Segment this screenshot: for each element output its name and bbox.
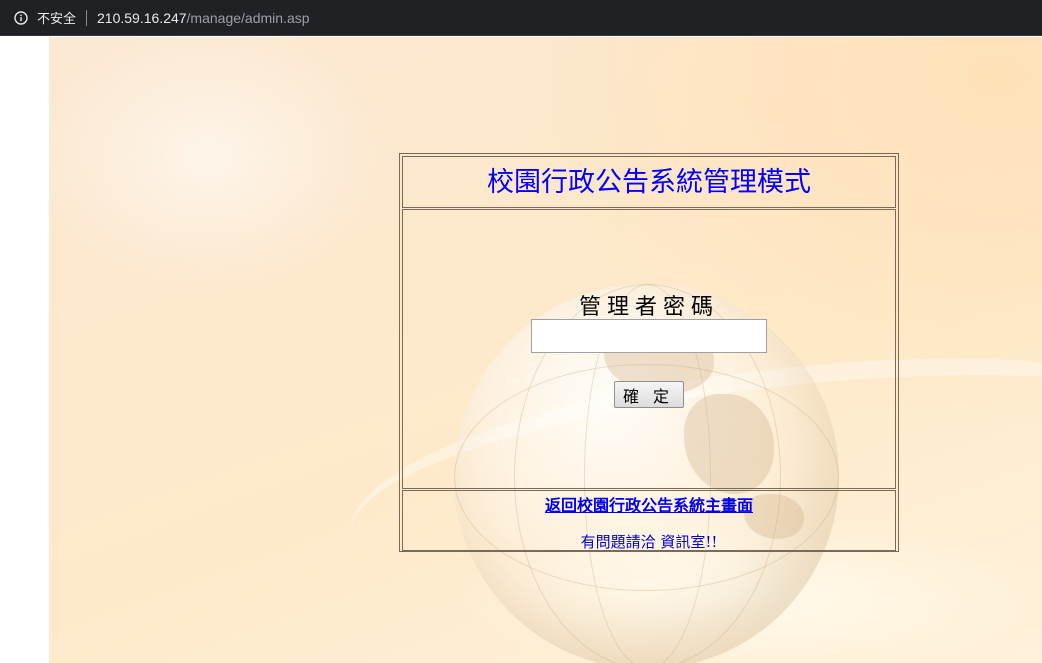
browser-address-bar[interactable]: 不安全 210.59.16.247 /manage/admin.asp xyxy=(0,0,1042,36)
info-icon[interactable] xyxy=(14,10,28,25)
confirm-button[interactable]: 確定 xyxy=(614,381,684,408)
address-separator xyxy=(86,9,88,26)
admin-login-table: 校園行政公告系統管理模式 管理者密碼 確定 返回校園行政公告系統主畫面 有問題請… xyxy=(399,153,899,552)
links-cell: 返回校園行政公告系統主畫面 有問題請洽 資訊室!! xyxy=(402,490,896,551)
url-path[interactable]: /manage/admin.asp xyxy=(187,10,310,26)
page-title: 校園行政公告系統管理模式 xyxy=(487,167,811,198)
password-input[interactable] xyxy=(531,319,767,353)
url-host[interactable]: 210.59.16.247 xyxy=(97,10,187,26)
security-status-label[interactable]: 不安全 xyxy=(37,8,76,27)
title-cell: 校園行政公告系統管理模式 xyxy=(402,156,896,208)
contact-text: 有問題請洽 資訊室!! xyxy=(580,533,718,551)
password-label: 管理者密碼 xyxy=(578,295,719,320)
login-cell: 管理者密碼 確定 xyxy=(402,209,896,489)
back-to-main-link[interactable]: 返回校園行政公告系統主畫面 xyxy=(403,492,895,516)
